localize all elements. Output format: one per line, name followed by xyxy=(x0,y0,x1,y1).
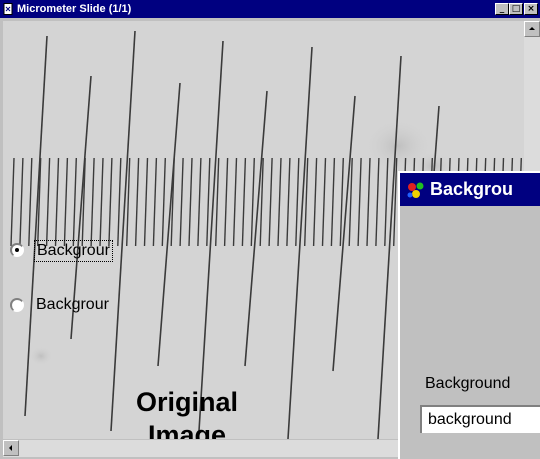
minor-tick-line xyxy=(179,157,184,247)
minor-tick-line xyxy=(312,157,318,247)
minor-tick-line xyxy=(10,157,15,247)
medium-tick-line xyxy=(157,82,181,367)
minor-tick-line xyxy=(277,157,282,247)
radio-selected-dot xyxy=(15,248,19,252)
minor-tick-line xyxy=(197,157,202,247)
document-icon xyxy=(3,3,13,15)
close-button[interactable]: × xyxy=(524,3,538,15)
minor-tick-line xyxy=(375,157,380,247)
minor-tick-line xyxy=(63,157,69,247)
minor-tick-line xyxy=(28,157,33,247)
window-title: Micrometer Slide (1/1) xyxy=(17,3,132,15)
major-tick-line xyxy=(198,40,224,432)
minor-tick-line xyxy=(241,157,247,247)
minor-tick-line xyxy=(99,157,104,247)
maximize-button[interactable]: □ xyxy=(509,3,523,15)
background-field-label: Background xyxy=(425,375,511,392)
minor-tick-line xyxy=(295,157,300,247)
background-name-input[interactable]: background xyxy=(420,405,540,433)
major-tick-line xyxy=(287,46,313,439)
minor-tick-line xyxy=(366,157,371,247)
minor-tick-line xyxy=(286,157,291,247)
minor-tick-line xyxy=(321,157,327,247)
window-titlebar[interactable]: Micrometer Slide (1/1) _ □ × xyxy=(0,0,540,19)
dialog-titlebar[interactable]: Backgrou xyxy=(400,173,540,206)
minor-tick-line xyxy=(45,157,51,247)
medium-tick-line xyxy=(332,95,356,372)
minor-tick-line xyxy=(54,157,60,247)
overlay-label-line-1: Original xyxy=(135,387,238,417)
minor-tick-line xyxy=(357,157,362,247)
minor-tick-line xyxy=(90,157,95,247)
minor-tick-line xyxy=(206,157,211,247)
option-2-label: Backgrour xyxy=(36,296,109,313)
minor-tick-line xyxy=(152,157,158,247)
minor-tick-line xyxy=(250,157,255,247)
dialog-title: Backgrou xyxy=(430,179,514,199)
medium-tick-line xyxy=(244,90,268,367)
overlay-label-line-2: Image xyxy=(147,420,227,439)
background-name-value: background xyxy=(428,411,512,428)
minor-tick-line xyxy=(223,157,229,247)
scroll-up-button[interactable] xyxy=(524,21,540,37)
scroll-left-button[interactable] xyxy=(3,440,19,456)
minor-tick-line xyxy=(232,157,238,247)
major-tick-line xyxy=(110,30,136,432)
arrow-left-icon xyxy=(9,445,12,451)
minor-tick-line xyxy=(19,157,24,247)
minor-tick-line xyxy=(72,157,77,247)
minor-tick-line xyxy=(117,157,122,247)
minor-tick-line xyxy=(143,157,149,247)
image-overlay-label: Original Image xyxy=(118,386,256,439)
minor-tick-line xyxy=(215,157,220,247)
radio-button-2[interactable] xyxy=(10,298,24,312)
app-logo-icon xyxy=(406,180,426,200)
minor-tick-line xyxy=(268,157,273,247)
minor-tick-line xyxy=(161,157,166,247)
radio-button-1[interactable] xyxy=(10,243,24,257)
minor-tick-line xyxy=(134,157,140,247)
minor-tick-line xyxy=(108,157,113,247)
arrow-up-icon xyxy=(529,27,535,30)
minor-tick-line xyxy=(188,157,193,247)
option-1-label: Backgrour xyxy=(34,240,113,262)
minor-tick-line xyxy=(330,157,336,247)
minimize-button[interactable]: _ xyxy=(495,3,509,15)
minor-tick-line xyxy=(339,157,344,247)
